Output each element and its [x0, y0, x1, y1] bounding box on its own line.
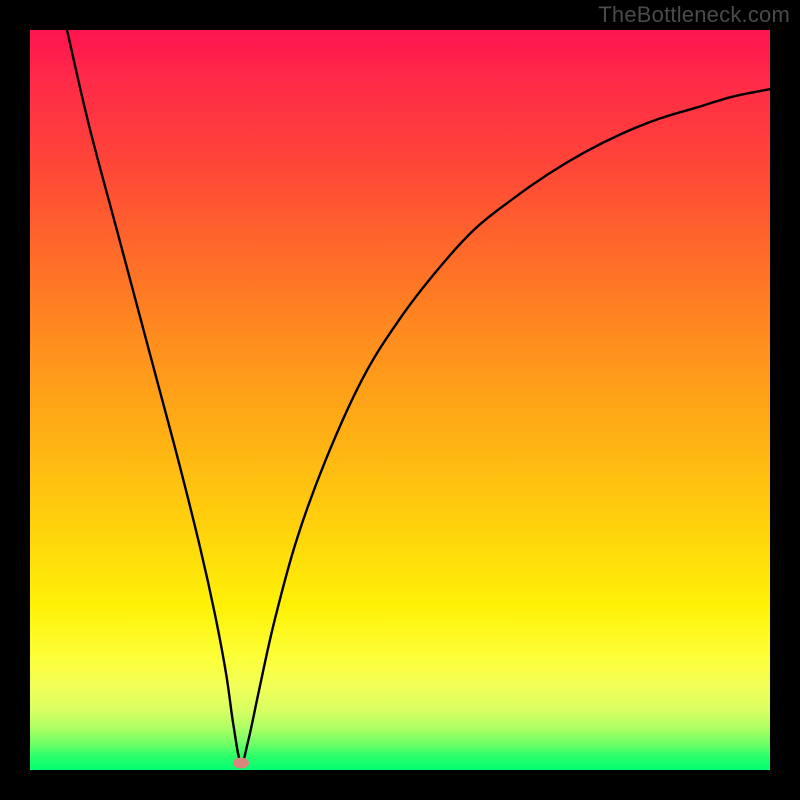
background-gradient [30, 30, 770, 770]
plot-area [30, 30, 770, 770]
chart-frame: TheBottleneck.com [0, 0, 800, 800]
minimum-marker [233, 757, 249, 768]
watermark-text: TheBottleneck.com [598, 2, 790, 28]
